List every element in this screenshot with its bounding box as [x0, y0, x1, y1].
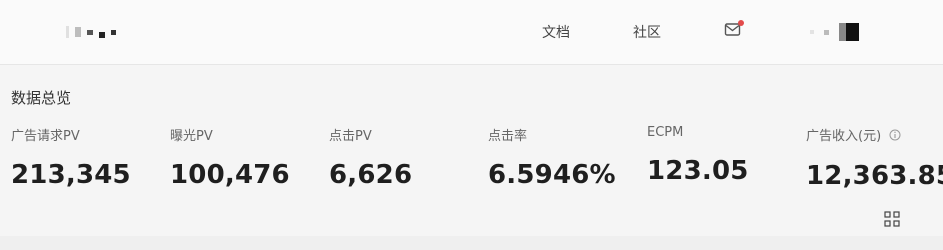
metric-label: 广告请求PV — [11, 129, 80, 144]
metric-ctr: 点击率 6.5946% — [488, 125, 616, 205]
user-name-placeholder — [824, 29, 829, 35]
metric-value: 100,476 — [170, 160, 290, 190]
metrics-row: 广告请求PV 213,345 曝光PV 100,476 点击PV 6,626 点… — [0, 125, 943, 205]
info-icon[interactable] — [889, 129, 901, 145]
logo-mark — [87, 29, 93, 35]
avatar — [839, 23, 859, 41]
metric-label-row: 广告收入(元) — [806, 125, 943, 145]
metric-clicks: 点击PV 6,626 — [329, 125, 412, 205]
grid-view-button[interactable] — [880, 207, 904, 231]
logo-mark — [99, 32, 105, 38]
nav-community-link[interactable]: 社区 — [633, 22, 661, 42]
metric-value: 213,345 — [11, 160, 131, 190]
user-menu[interactable] — [810, 22, 859, 42]
metric-value: 6.5946% — [488, 160, 616, 190]
metric-label: 广告收入(元) — [806, 129, 882, 144]
metric-value: 6,626 — [329, 160, 413, 190]
metric-label: 点击率 — [488, 129, 528, 144]
metric-ad-requests: 广告请求PV 213,345 — [11, 125, 131, 205]
metric-label: 曝光PV — [170, 129, 213, 144]
metric-label: 点击PV — [329, 129, 372, 144]
metric-value: 12,363.85 — [806, 160, 943, 191]
logo-mark — [66, 26, 69, 38]
metric-label: ECPM — [647, 125, 684, 140]
top-navigation-bar: 文档 社区 — [0, 0, 943, 65]
footer-band — [0, 236, 943, 250]
metric-impressions: 曝光PV 100,476 — [170, 125, 290, 205]
logo-mark — [111, 29, 116, 35]
grid-icon — [884, 211, 900, 227]
section-title: 数据总览 — [11, 89, 72, 107]
message-button[interactable] — [724, 20, 744, 40]
logo-mark — [75, 27, 81, 37]
metric-ecpm: ECPM 123.05 — [647, 125, 749, 205]
nav-docs-link[interactable]: 文档 — [542, 22, 570, 42]
metric-value: 123.05 — [647, 156, 749, 186]
logo[interactable] — [66, 25, 116, 39]
unread-dot — [738, 20, 744, 26]
metric-revenue: 广告收入(元) 12,363.85 — [806, 125, 943, 205]
user-name-placeholder — [810, 30, 814, 34]
